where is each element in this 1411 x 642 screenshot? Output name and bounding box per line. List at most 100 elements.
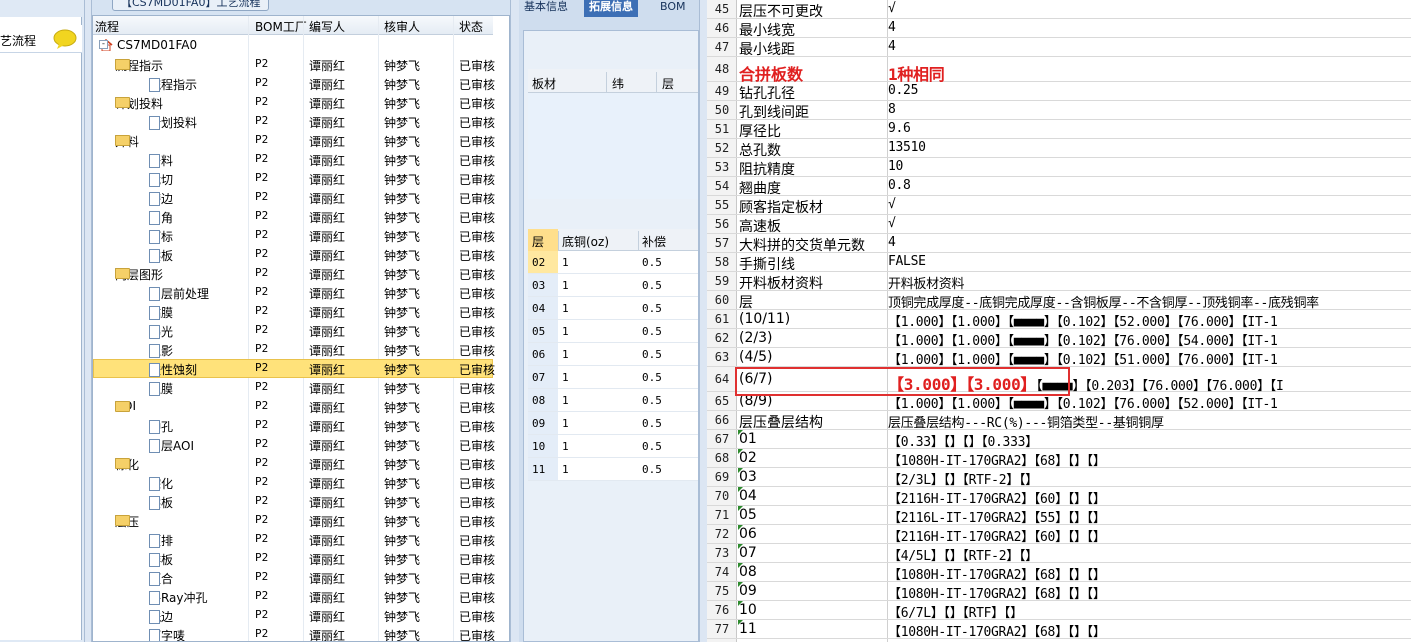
col-reviewer[interactable]: 核审人	[384, 18, 420, 35]
col-weft[interactable]: 纬	[612, 75, 624, 92]
sheet-row[interactable]: 66 层压叠层结构 层压叠层结构---RC(%)---铜箔类型--基铜铜厚	[707, 411, 1411, 431]
col-layer-no[interactable]: 层	[532, 233, 544, 250]
tab-extension-info[interactable]: 拓展信息	[584, 0, 638, 17]
collapse-icon[interactable]: -	[99, 40, 108, 49]
sheet-row[interactable]: 60 层 顶铜完成厚度--底铜完成厚度--含铜板厚--不含铜厚--顶残铜率--底残铜…	[707, 291, 1411, 311]
layer-row[interactable]: 08 1 0.5	[528, 389, 698, 412]
col-flow[interactable]: 流程	[95, 18, 119, 35]
sheet-row[interactable]: 63 (4/5) 【1.000】【1.000】【■■■■】【0.102】【51.00…	[707, 348, 1411, 368]
tree-row[interactable]: 压合 P2 谭丽红 钟梦飞 已审核	[93, 568, 495, 587]
tree-row[interactable]: -流程指示P2谭丽红钟梦飞已审核	[93, 55, 495, 74]
tree-row[interactable]: 退膜 P2 谭丽红 钟梦飞 已审核	[93, 378, 495, 397]
sheet-row[interactable]: 75 09 【1080H-IT-170GRA2】【68】【】【】	[707, 582, 1411, 602]
tree-row[interactable]: 内层前处理 P2 谭丽红 钟梦飞 已审核	[93, 283, 495, 302]
tree-row[interactable]: 打字唛 P2 谭丽红 钟梦飞 已审核	[93, 625, 496, 642]
col-writer[interactable]: 编写人	[309, 18, 345, 35]
sheet-row[interactable]: 51 厚径比 9.6	[707, 120, 1411, 140]
tree-row[interactable]: 圆角 P2 谭丽红 钟梦飞 已审核	[93, 207, 495, 226]
layer-row[interactable]: 04 1 0.5	[528, 297, 698, 320]
tree-row[interactable]: 贴膜 P2 谭丽红 钟梦飞 已审核	[93, 302, 495, 321]
tree-row[interactable]: -开料P2谭丽红钟梦飞已审核	[93, 131, 495, 150]
tree-row[interactable]: 计划投料 P2 谭丽红 钟梦飞 已审核	[93, 112, 495, 131]
layer-row[interactable]: 06 1 0.5	[528, 343, 698, 366]
tree-row[interactable]: 烘板 P2 谭丽红 钟梦飞 已审核	[93, 245, 495, 264]
splitter[interactable]	[699, 0, 707, 642]
layer-row[interactable]: 09 1 0.5	[528, 412, 698, 435]
sheet-row[interactable]: 70 04 【2116H-IT-170GRA2】【60】【】【】	[707, 487, 1411, 507]
tree-row[interactable]: -层压P2谭丽红钟梦飞已审核	[93, 511, 495, 530]
chat-bubble-icon[interactable]	[53, 29, 78, 49]
tree-row[interactable]: -计划投料P2谭丽红钟梦飞已审核	[93, 93, 495, 112]
row-number: 52	[714, 141, 730, 155]
tree-row[interactable]: -内层图形P2谭丽红钟梦飞已审核	[93, 264, 495, 283]
layer-row[interactable]: 10 1 0.5	[528, 435, 698, 458]
layer-row[interactable]: 05 1 0.5	[528, 320, 698, 343]
status-cell: 已审核	[459, 534, 496, 548]
document-icon	[149, 363, 160, 377]
tab-bom[interactable]: BOM	[655, 0, 691, 17]
tree-row[interactable]: 铣边 P2 谭丽红 钟梦飞 已审核	[93, 606, 495, 625]
col-status[interactable]: 状态	[459, 18, 483, 35]
sheet-row[interactable]: 55 顾客指定板材 √	[707, 196, 1411, 216]
sheet-row[interactable]: 50 孔到线间距 8	[707, 101, 1411, 121]
sheet-row[interactable]: 72 06 【2116H-IT-170GRA2】【60】【】【】	[707, 525, 1411, 545]
sheet-row[interactable]: 53 阻抗精度 10	[707, 158, 1411, 178]
sheet-row[interactable]: 47 最小线距 4	[707, 38, 1411, 58]
col-layer[interactable]: 层	[662, 75, 674, 92]
tree-row[interactable]: 预排 P2 谭丽红 钟梦飞 已审核	[93, 530, 496, 549]
splitter[interactable]	[84, 0, 92, 642]
tree-row[interactable]: 显影 P2 谭丽红 钟梦飞 已审核	[93, 340, 495, 359]
sheet-row[interactable]: 61 (10/11) 【1.000】【1.000】【■■■■】【0.102】【52.…	[707, 310, 1411, 330]
tree-row[interactable]: 打标 P2 谭丽红 钟梦飞 已审核	[93, 226, 495, 245]
tree-row[interactable]: X-Ray冲孔 P2 谭丽红 钟梦飞 已审核	[93, 587, 495, 606]
col-base-copper[interactable]: 底铜(oz)	[562, 233, 609, 250]
tree-row[interactable]: -棕化P2谭丽红钟梦飞已审核	[93, 454, 495, 473]
tab-basic-info[interactable]: 基本信息	[519, 0, 573, 17]
sheet-row[interactable]: 73 07 【4/5L】【】【RTF-2】【】	[707, 544, 1411, 564]
col-compensation[interactable]: 补偿	[642, 233, 666, 250]
tree-row[interactable]: 冲孔 P2 谭丽红 钟梦飞 已审核	[93, 416, 495, 435]
sheet-row[interactable]: 49 钻孔孔径 0.25	[707, 82, 1411, 102]
document-icon	[149, 591, 160, 605]
sheet-row[interactable]: 56 高速板 √	[707, 215, 1411, 235]
tree-row[interactable]: 排板 P2 谭丽红 钟梦飞 已审核	[93, 549, 496, 568]
sheet-row[interactable]: 71 05 【2116L-IT-170GRA2】【55】【】【】	[707, 506, 1411, 526]
tree-row[interactable]: 棕化 P2 谭丽红 钟梦飞 已审核	[93, 473, 495, 492]
sheet-row[interactable]: 67 01 【0.33】【】【】【0.333】	[707, 430, 1411, 450]
sheet-row[interactable]: 69 03 【2/3L】【】【RTF-2】【】	[707, 468, 1411, 488]
tree-row[interactable]: - CS7MD01FA0	[93, 36, 493, 55]
tree-row[interactable]: 流程指示 P2 谭丽红 钟梦飞 已审核	[93, 74, 495, 93]
sheet-row[interactable]: 58 手撕引线 FALSE	[707, 253, 1411, 273]
tree-row[interactable]: 曝光 P2 谭丽红 钟梦飞 已审核	[93, 321, 495, 340]
sheet-row[interactable]: 46 最小线宽 4	[707, 19, 1411, 39]
tree-row[interactable]: 内层AOI P2 谭丽红 钟梦飞 已审核	[93, 435, 495, 454]
label-cell: (4/5)	[739, 349, 773, 365]
layer-row[interactable]: 03 1 0.5	[528, 274, 698, 297]
sheet-row[interactable]: 57 大料拼的交货单元数 4	[707, 234, 1411, 254]
status-cell: 已审核	[459, 629, 496, 642]
col-board[interactable]: 板材	[532, 75, 556, 92]
layer-row[interactable]: 02 1 0.5	[528, 251, 698, 274]
status-cell: 已审核	[459, 553, 496, 567]
col-bom[interactable]: BOM工厂	[255, 18, 307, 35]
sheet-row[interactable]: 59 开料板材资料 开料板材资料	[707, 272, 1411, 292]
tree-row[interactable]: -AOIP2谭丽红钟梦飞已审核	[93, 397, 495, 416]
sheet-row[interactable]: 45 层压不可更改 √	[707, 0, 1411, 20]
sheet-row[interactable]: 62 (2/3) 【1.000】【1.000】【■■■■】【0.102】【76.00…	[707, 329, 1411, 349]
sheet-row[interactable]: 48 合拼板数 1种相同	[707, 57, 1411, 84]
tree-row[interactable]: 酸性蚀刻 P2 谭丽红 钟梦飞 已审核	[93, 359, 495, 378]
tree-row[interactable]: 开料 P2 谭丽红 钟梦飞 已审核	[93, 150, 495, 169]
splitter[interactable]	[510, 0, 519, 642]
writer-cell: 谭丽红	[309, 477, 346, 491]
sheet-row[interactable]: 74 08 【1080H-IT-170GRA2】【68】【】【】	[707, 563, 1411, 583]
tree-row[interactable]: 裁切 P2 谭丽红 钟梦飞 已审核	[93, 169, 495, 188]
sheet-row[interactable]: 77 11 【1080H-IT-170GRA2】【68】【】【】	[707, 620, 1411, 640]
tree-row[interactable]: 烘板 P2 谭丽红 钟梦飞 已审核	[93, 492, 495, 511]
layer-row[interactable]: 07 1 0.5	[528, 366, 698, 389]
tree-row[interactable]: 磨边 P2 谭丽红 钟梦飞 已审核	[93, 188, 495, 207]
sheet-row[interactable]: 52 总孔数 13510	[707, 139, 1411, 159]
sheet-row[interactable]: 54 翘曲度 0.8	[707, 177, 1411, 197]
layer-row[interactable]: 11 1 0.5	[528, 458, 698, 481]
sheet-row[interactable]: 68 02 【1080H-IT-170GRA2】【68】【】【】	[707, 449, 1411, 469]
sheet-row[interactable]: 76 10 【6/7L】【】【RTF】【】	[707, 601, 1411, 621]
